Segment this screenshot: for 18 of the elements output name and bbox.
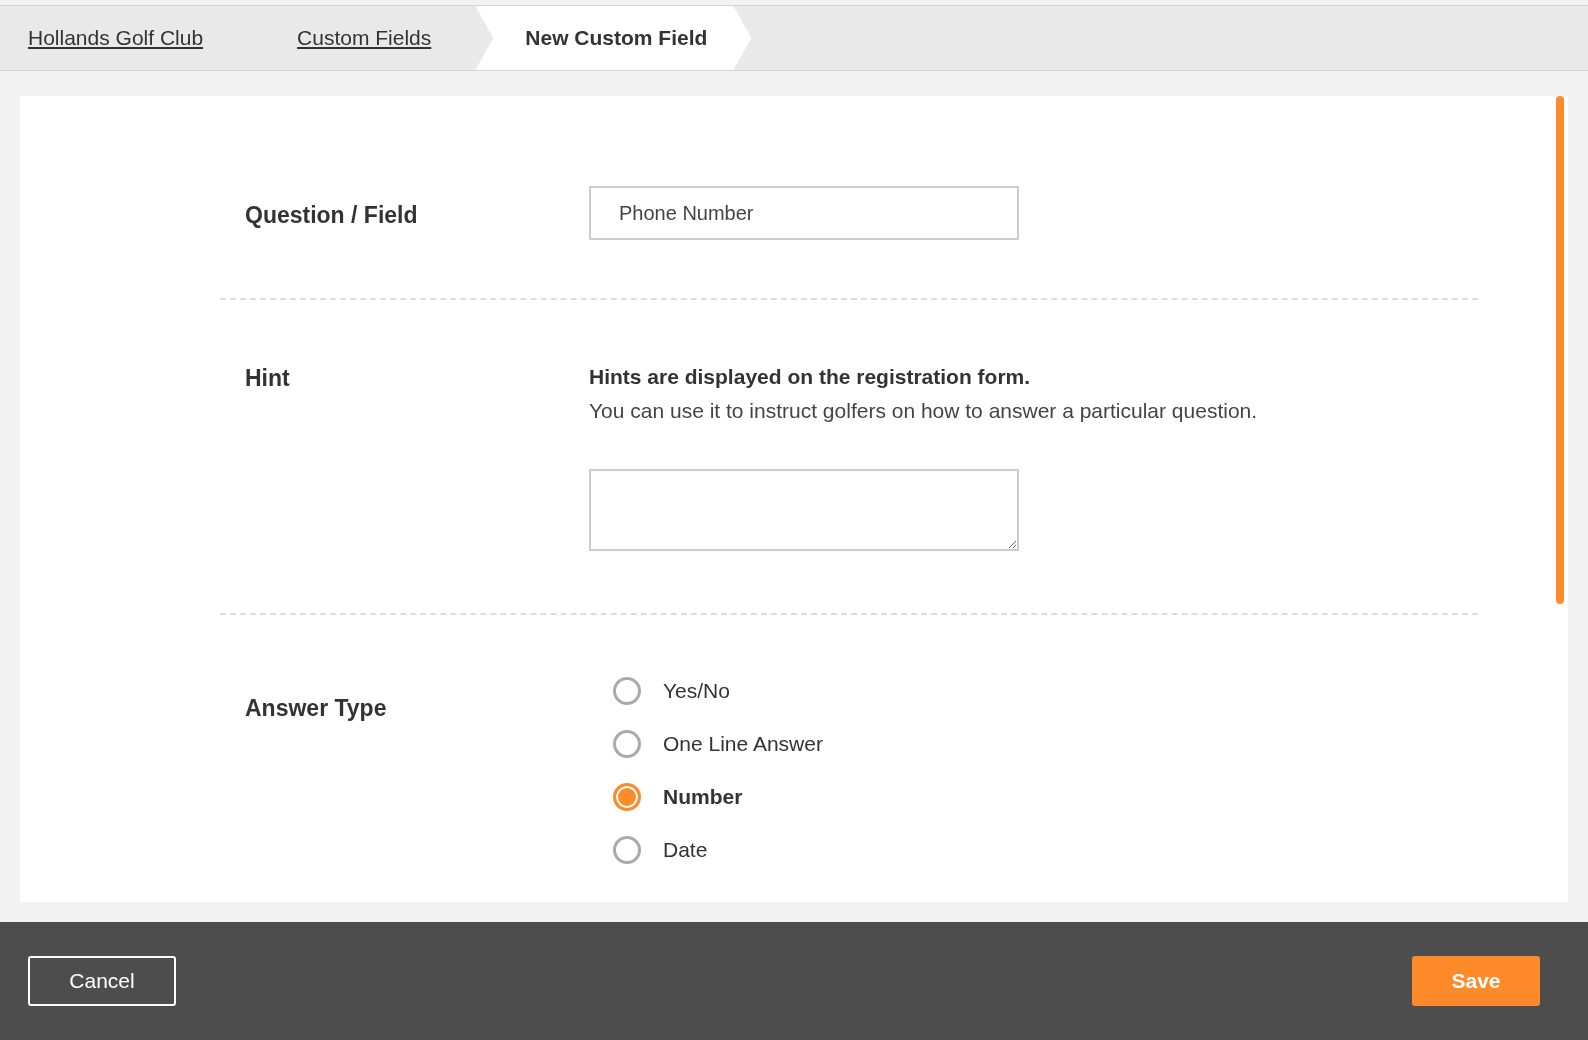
hint-title: Hints are displayed on the registration form.	[589, 365, 1032, 389]
option-label[interactable]: Yes/No	[663, 679, 730, 703]
radio-button[interactable]	[613, 730, 641, 758]
option-label[interactable]: Number	[663, 785, 743, 809]
scrollbar-thumb[interactable]	[1556, 96, 1564, 604]
radio-button[interactable]	[613, 677, 641, 705]
field-label: Question / Field	[244, 201, 419, 230]
hint-textarea[interactable]	[589, 469, 1019, 551]
radio-button[interactable]	[613, 836, 641, 864]
breadcrumb-link[interactable]: New Custom Field	[475, 6, 752, 70]
field-label: Hint	[244, 365, 291, 393]
field-label: Answer Type	[244, 694, 388, 723]
option-label[interactable]: Date	[663, 838, 708, 862]
option-label[interactable]: One Line Answer	[663, 732, 823, 756]
hint-description: You can use it to instruct golfers on how to answer a particular question.	[589, 399, 1259, 423]
radio-button[interactable]	[613, 783, 641, 811]
question-input[interactable]: Phone Number	[589, 186, 1019, 240]
cancel-button[interactable]: Cancel	[28, 956, 176, 1006]
